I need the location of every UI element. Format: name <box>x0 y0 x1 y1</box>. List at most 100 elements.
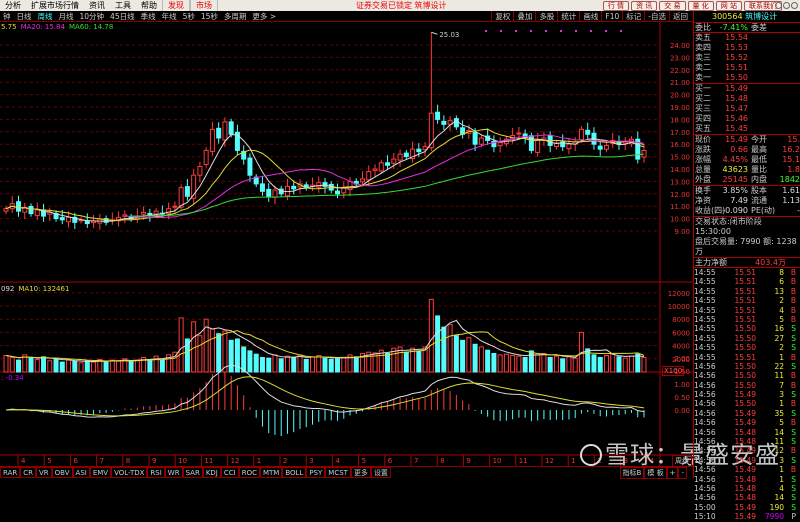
chart-tool-4[interactable]: 画线 <box>579 11 601 22</box>
chart-tool-5[interactable]: F10 <box>601 11 622 22</box>
period-indicator[interactable]: 周线 <box>672 455 692 467</box>
volume-bar <box>603 355 609 373</box>
volume-bar <box>322 357 328 373</box>
top-button-3[interactable]: 量 化 <box>687 0 714 11</box>
chart-tool-1[interactable]: 叠加 <box>513 11 535 22</box>
volume-bar <box>528 350 534 373</box>
xueqiu-logo-icon <box>580 444 602 466</box>
period-tab-10[interactable]: 多周期 <box>221 11 250 22</box>
minimize-icon[interactable] <box>775 2 782 9</box>
ask-label: 卖二 <box>695 63 711 72</box>
stat-value: - <box>797 206 800 215</box>
stat-label: 今开 <box>751 135 767 144</box>
period-tab-3[interactable]: 月线 <box>56 11 77 22</box>
indicator-tab-12[interactable]: ROC <box>238 467 260 478</box>
indicator-tab-7[interactable]: RSI <box>147 467 165 478</box>
indicator-tab-8[interactable]: WR <box>164 467 183 478</box>
high-label: 25.03 <box>439 31 459 39</box>
top-button-4[interactable]: 网 站 <box>715 0 742 11</box>
period-tab-11[interactable]: 更多 > <box>249 11 279 22</box>
period-tab-7[interactable]: 年线 <box>159 11 180 22</box>
period-tab-2[interactable]: 周线 <box>35 11 56 22</box>
ask-label: 卖五 <box>695 33 711 42</box>
volume-bar <box>253 353 259 373</box>
indicator-tab-14[interactable]: BOLL <box>282 467 307 478</box>
indicator-tab-1[interactable]: CR <box>20 467 36 478</box>
volume-bar <box>478 346 484 373</box>
menu-item-2[interactable]: 资讯 <box>84 0 110 11</box>
indicator-tab-0[interactable]: RAR <box>0 467 21 478</box>
indicator-tab-9[interactable]: SAR <box>182 467 203 478</box>
indicator-tab-13[interactable]: MTM <box>259 467 283 478</box>
trade-time: 14:56 <box>694 371 716 381</box>
ask-row: 卖四 15.53 <box>694 43 800 53</box>
period-tab-6[interactable]: 季线 <box>138 11 159 22</box>
top-button-2[interactable]: 交 易 <box>659 0 686 11</box>
bid-label: 买一 <box>695 84 711 93</box>
chart-tool-2[interactable]: 多股 <box>535 11 557 22</box>
chart-tool-6[interactable]: 标记 <box>622 11 644 22</box>
indicator-tab-15[interactable]: PSY <box>306 467 326 478</box>
date-axis-label: 7 <box>414 457 418 465</box>
trade-row: 14:55 15.50 16 S <box>694 324 800 333</box>
chart-tool-3[interactable]: 统计 <box>557 11 579 22</box>
after-hours-volume: 盘后交易量: 7990 额: 1238万 <box>695 237 797 256</box>
volume-bar <box>284 355 290 373</box>
indicator-tab-6[interactable]: VOL-TDX <box>111 467 148 478</box>
trade-price: 15.51 <box>734 268 756 277</box>
menu-item-3[interactable]: 工具 <box>110 0 136 11</box>
indicator-tab-17[interactable]: 更多 <box>350 467 371 478</box>
trade-volume: 11 <box>774 437 784 447</box>
indicator-tab-2[interactable]: VR <box>36 467 52 478</box>
volume-bar <box>597 356 603 373</box>
trade-time: 14:55 <box>694 277 716 287</box>
menu-item-0[interactable]: 分析 <box>0 0 26 11</box>
volume-bar <box>335 358 341 373</box>
bottom-control-2[interactable]: + <box>666 467 679 479</box>
date-axis-label: 11 <box>519 457 528 465</box>
chart-tool-0[interactable]: 复权 <box>491 11 513 22</box>
indicator-tab-10[interactable]: KDJ <box>202 467 221 478</box>
indicator-tab-4[interactable]: ASI <box>72 467 90 478</box>
date-axis-label: 1 <box>571 457 575 465</box>
indicator-tab-5[interactable]: EMV <box>89 467 112 478</box>
top-button-1[interactable]: 资 讯 <box>631 0 658 11</box>
tick-list[interactable]: 14:55 15.51 8 B 14:55 15.51 6 B 14:55 15.51 13 B 14:… <box>694 267 800 522</box>
bid-row: 买二 15.48 <box>694 94 800 104</box>
indicator-tab-16[interactable]: MCST <box>325 467 351 478</box>
chart-tool-7[interactable]: -自选 <box>644 11 669 22</box>
indicator-tab-11[interactable]: CCI <box>220 467 239 478</box>
candle-down <box>228 121 234 135</box>
chart-tool-8[interactable]: 返回 <box>669 11 691 22</box>
indicator-tab-18[interactable]: 设置 <box>370 467 391 478</box>
price-axis-label: 24.00 <box>670 42 690 50</box>
top-button-0[interactable]: 行 情 <box>602 0 630 11</box>
period-tab-4[interactable]: 10分钟 <box>77 11 108 22</box>
bottom-control-3[interactable]: - <box>678 467 687 479</box>
indicator-tab-3[interactable]: OBV <box>51 467 73 478</box>
period-tab-5[interactable]: 45日线 <box>107 11 138 22</box>
ask-label: 卖一 <box>695 73 711 82</box>
period-tab-9[interactable]: 15秒 <box>198 11 221 22</box>
bid-row: 买一 15.49 <box>694 84 800 94</box>
price-axis-label: 18.00 <box>670 116 690 124</box>
bottom-control-1[interactable]: 模 板 <box>644 467 667 479</box>
maximize-icon[interactable] <box>783 2 790 9</box>
kline-chart[interactable]: 24.0023.0022.0021.0020.0019.0018.0017.00… <box>0 22 693 466</box>
menu-red-item-0[interactable]: 发现 <box>162 0 190 11</box>
menu-red-item-1[interactable]: 市场 <box>190 0 218 11</box>
volume-bar <box>109 359 115 373</box>
period-tab-0[interactable]: 钟 <box>0 11 14 22</box>
event-marker <box>575 30 577 32</box>
menu-item-1[interactable]: 扩展市场行情 <box>26 0 84 11</box>
bid-row: 买四 15.46 <box>694 114 800 124</box>
period-tab-1[interactable]: 日线 <box>14 11 35 22</box>
volume-bar <box>516 355 522 373</box>
close-icon[interactable] <box>791 2 798 9</box>
price-axis-label: 17.00 <box>670 129 690 137</box>
menu-item-4[interactable]: 帮助 <box>136 0 162 11</box>
period-tab-8[interactable]: 5秒 <box>180 11 198 22</box>
bottom-control-0[interactable]: 指标B <box>619 467 645 479</box>
price-axis-label: 12.00 <box>670 191 690 199</box>
volume-bar <box>403 351 409 373</box>
